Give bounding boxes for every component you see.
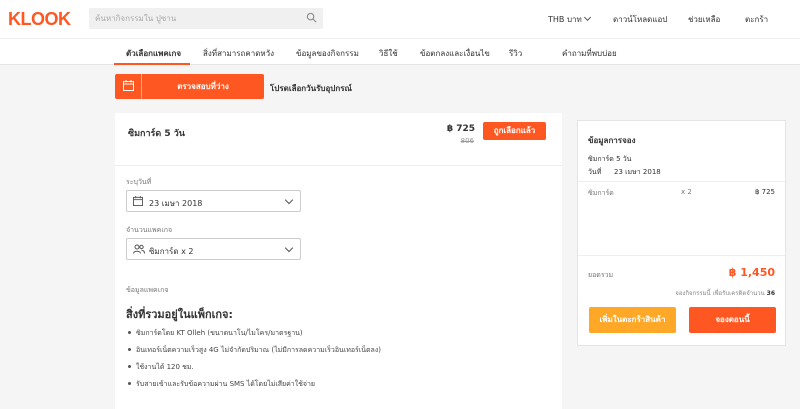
line-item-qty: x 2 bbox=[681, 188, 692, 196]
tab-reviews[interactable]: รีวิว bbox=[509, 47, 522, 60]
booking-item-name: ซิมการ์ด 5 วัน bbox=[588, 155, 632, 163]
chevron-down-icon bbox=[284, 195, 294, 205]
line-item-amount: ฿ 725 bbox=[754, 188, 775, 196]
package-name: ซิมการ์ด 5 วัน bbox=[128, 129, 185, 139]
list-item: รับสายเข้าและรับข้อความผ่าน SMS ได้โดยไม… bbox=[126, 378, 381, 395]
booking-date-label: วันที่ bbox=[588, 168, 602, 176]
total-value: ฿ 1,450 bbox=[728, 266, 775, 279]
tab-what-to-expect[interactable]: สิ่งที่สามารถคาดหวัง bbox=[203, 47, 274, 60]
currency-code: THB bbox=[548, 15, 565, 24]
add-to-cart-button[interactable]: เพิ่มในตะกร้าสินค้า bbox=[589, 307, 676, 333]
section-tabs: ตัวเลือกแพคเกจ สิ่งที่สามารถคาดหวัง ข้อม… bbox=[0, 38, 800, 65]
tab-package-options[interactable]: ตัวเลือกแพคเกจ bbox=[126, 47, 181, 60]
package-price: ฿ 725 bbox=[446, 124, 475, 134]
package-info-label: ข้อมูลแพคเกจ bbox=[126, 286, 169, 294]
quantity-value: ซิมการ์ด x 2 bbox=[149, 247, 194, 256]
package-old-price: 806 bbox=[460, 137, 474, 145]
download-app-link[interactable]: ดาวน์โหลดแอป bbox=[613, 13, 667, 26]
calendar-icon bbox=[123, 80, 134, 91]
line-item-name: ซิมการ์ด bbox=[588, 189, 614, 197]
calendar-icon bbox=[133, 196, 143, 206]
credits-value: 36 bbox=[766, 290, 775, 297]
booking-date-value: 23 เมษา 2018 bbox=[614, 168, 661, 176]
tab-how-to-use[interactable]: วิธีใช้ bbox=[379, 47, 398, 60]
cart-link[interactable]: ตะกร้า bbox=[745, 13, 768, 26]
chevron-down-icon bbox=[583, 13, 591, 22]
chevron-down-icon bbox=[284, 243, 294, 253]
package-card: ซิมการ์ด 5 วัน ฿ 725 806 ถูกเลือกแล้ว ระ… bbox=[115, 113, 562, 409]
includes-title: สิ่งที่รวมอยู่ในแพ็กเกจ: bbox=[126, 308, 233, 321]
date-label: ระบุวันที่ bbox=[126, 178, 152, 186]
tab-faq[interactable]: คำถามที่พบบ่อย bbox=[562, 47, 617, 60]
list-item: ซิมการ์ดโดย KT Olleh (ขนาดนาโน/ไมโคร/มาต… bbox=[126, 327, 381, 344]
search-icon[interactable] bbox=[306, 12, 317, 23]
includes-list: ซิมการ์ดโดย KT Olleh (ขนาดนาโน/ไมโคร/มาต… bbox=[126, 327, 381, 395]
active-tab-indicator bbox=[114, 63, 190, 65]
selected-button[interactable]: ถูกเลือกแล้ว bbox=[483, 122, 546, 140]
quantity-label: จำนวนแพคเกจ bbox=[126, 226, 173, 234]
credits-text: จองกิจกรรมนี้ เพื่อรับเครดิตจำนวน bbox=[675, 290, 765, 297]
people-icon bbox=[133, 244, 145, 254]
date-value: 23 เมษา 2018 bbox=[149, 199, 203, 208]
calendar-box bbox=[115, 74, 142, 99]
book-now-button[interactable]: จองตอนนี้ bbox=[689, 307, 776, 333]
check-availability-label: ตรวจสอบที่ว่าง bbox=[177, 82, 229, 91]
package-header: ซิมการ์ด 5 วัน ฿ 725 806 ถูกเลือกแล้ว bbox=[115, 113, 562, 166]
total-label: ยอดรวม bbox=[588, 271, 614, 279]
currency-selector[interactable]: THB บาท bbox=[548, 13, 591, 26]
search-placeholder: ค้นหากิจกรรมใน ปูซาน bbox=[95, 14, 177, 23]
booking-title: ข้อมูลการจอง bbox=[588, 136, 636, 145]
divider bbox=[578, 181, 787, 182]
list-item: อินเทอร์เน็ตความเร็วสูง 4G ไม่จำกัดปริมา… bbox=[126, 344, 381, 361]
top-header: KLOOK ค้นหากิจกรรมใน ปูซาน THB บาท ดาวน์… bbox=[0, 0, 800, 38]
quantity-selector[interactable]: ซิมการ์ด x 2 bbox=[126, 238, 301, 260]
booking-summary: ข้อมูลการจอง ซิมการ์ด 5 วัน วันที่ 23 เม… bbox=[577, 120, 787, 346]
availability-hint: โปรดเลือกวันรับอุปกรณ์ bbox=[270, 84, 352, 93]
credits-note: จองกิจกรรมนี้ เพื่อรับเครดิตจำนวน 36 bbox=[675, 288, 775, 298]
currency-unit: บาท bbox=[566, 15, 582, 24]
divider bbox=[578, 255, 787, 256]
tab-activity-info[interactable]: ข้อมูลของกิจกรรม bbox=[296, 47, 359, 60]
tab-terms[interactable]: ข้อตกลงและเงื่อนไข bbox=[420, 47, 490, 60]
klook-logo[interactable]: KLOOK bbox=[8, 9, 71, 30]
date-picker[interactable]: 23 เมษา 2018 bbox=[126, 190, 301, 212]
list-item: ใช้งานได้ 120 ชม. bbox=[126, 361, 381, 378]
check-availability-button[interactable]: ตรวจสอบที่ว่าง bbox=[115, 74, 264, 99]
help-link[interactable]: ช่วยเหลือ bbox=[688, 13, 720, 26]
search-input[interactable]: ค้นหากิจกรรมใน ปูซาน bbox=[89, 8, 323, 29]
